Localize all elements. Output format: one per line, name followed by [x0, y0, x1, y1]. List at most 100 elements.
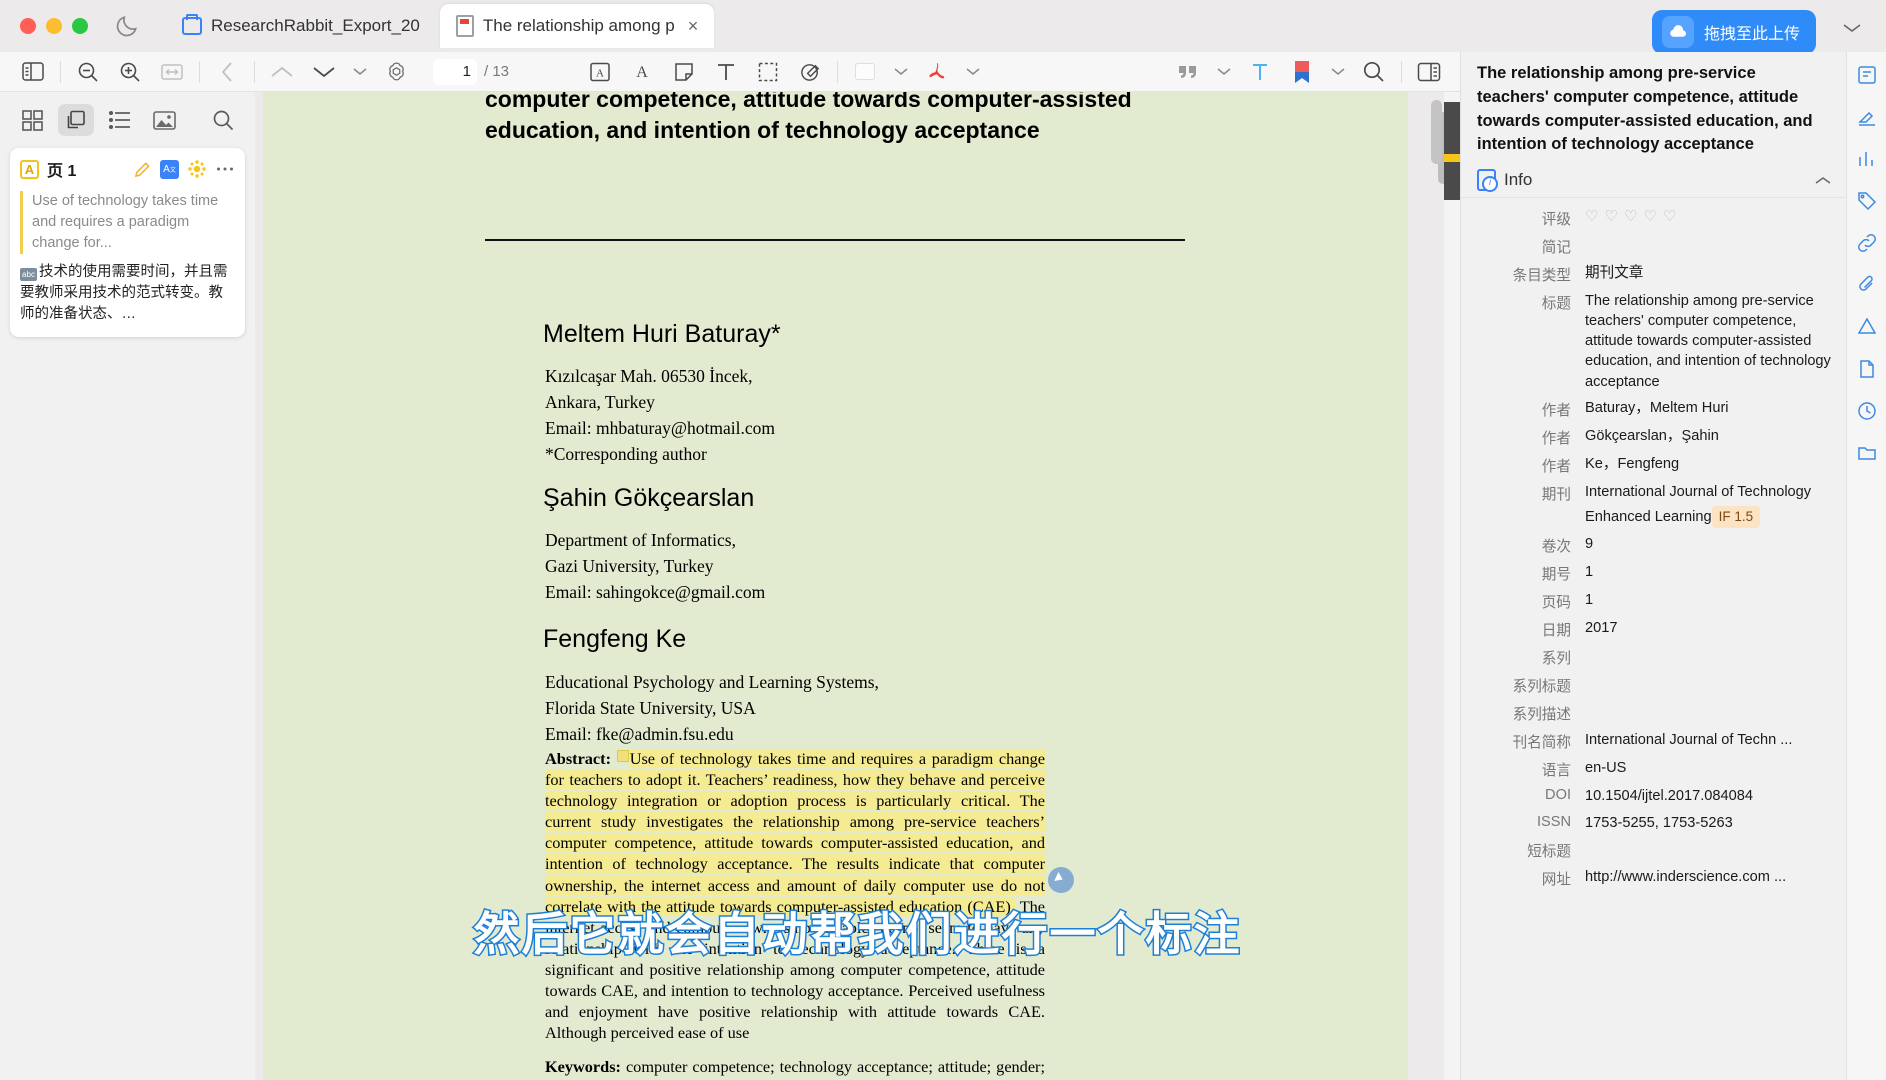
- tab-the-relationship-among[interactable]: The relationship among p ×: [439, 4, 715, 48]
- info-row-value[interactable]: International Journal of Technology Enha…: [1571, 482, 1834, 529]
- info-row-value[interactable]: 1: [1571, 562, 1834, 582]
- right-panel-toggle-icon[interactable]: [1408, 55, 1450, 89]
- info-row-value[interactable]: 1: [1571, 590, 1834, 610]
- info-row-value[interactable]: Ke，Fengfeng: [1571, 454, 1834, 474]
- sidebar-view-switcher[interactable]: [0, 92, 255, 144]
- fit-width-icon[interactable]: [151, 55, 193, 89]
- info-row-value[interactable]: 2017: [1571, 618, 1834, 638]
- info-row-value[interactable]: 1753-5255, 1753-5263: [1571, 813, 1834, 833]
- pdf-toolbar[interactable]: 1 / 13 A A: [0, 52, 1460, 92]
- highlight-box-icon[interactable]: A: [579, 55, 621, 89]
- folder-rail-icon[interactable]: [1854, 440, 1880, 466]
- chevron-down-icon[interactable]: [1842, 22, 1862, 34]
- tab-research-rabbit[interactable]: ResearchRabbit_Export_20: [166, 4, 436, 48]
- clock-icon[interactable]: [1854, 398, 1880, 424]
- info-row-value[interactable]: Baturay，Meltem Huri: [1571, 398, 1834, 418]
- file-icon[interactable]: [1854, 356, 1880, 382]
- info-row-value[interactable]: 10.1504/ijtel.2017.084084: [1571, 786, 1834, 806]
- info-row[interactable]: 期刊 International Journal of Technology En…: [1461, 479, 1846, 532]
- info-row-value[interactable]: The relationship among pre-service teach…: [1571, 291, 1834, 392]
- info-row-value[interactable]: 9: [1571, 534, 1834, 554]
- note-add-icon[interactable]: [1854, 62, 1880, 88]
- outline-list-icon[interactable]: [102, 104, 138, 136]
- edit-pencil-icon[interactable]: [132, 159, 152, 179]
- info-row[interactable]: DOI 10.1504/ijtel.2017.084084: [1461, 783, 1846, 809]
- info-row[interactable]: 作者 Baturay，Meltem Huri: [1461, 395, 1846, 423]
- info-row[interactable]: 页码 1: [1461, 587, 1846, 615]
- close-tab-button[interactable]: ×: [688, 16, 699, 37]
- adobe-pdf-icon[interactable]: [916, 55, 958, 89]
- openai-icon[interactable]: [375, 55, 417, 89]
- info-row-value[interactable]: 期刊文章: [1571, 263, 1834, 283]
- chevron-down-icon[interactable]: [1323, 55, 1353, 89]
- minimap-scroll-thumb[interactable]: [1431, 100, 1442, 164]
- info-row[interactable]: 系列标题: [1461, 671, 1846, 699]
- link-icon[interactable]: [1854, 230, 1880, 256]
- images-icon[interactable]: [146, 104, 182, 136]
- sticky-note-icon[interactable]: [616, 750, 629, 762]
- underline-text-icon[interactable]: A: [621, 55, 663, 89]
- text-format-icon[interactable]: [1239, 55, 1281, 89]
- back-arrow-icon[interactable]: [206, 55, 248, 89]
- info-row[interactable]: 期号 1: [1461, 559, 1846, 587]
- text-tool-icon[interactable]: [705, 55, 747, 89]
- heart-icon[interactable]: ♡: [1663, 207, 1676, 228]
- minimize-window-button[interactable]: [46, 18, 62, 34]
- thumbnails-grid-icon[interactable]: [14, 104, 50, 136]
- info-row-value[interactable]: en-US: [1571, 758, 1834, 778]
- page-down-icon[interactable]: [303, 55, 345, 89]
- shape-icon[interactable]: [1854, 314, 1880, 340]
- more-options-icon[interactable]: [215, 159, 235, 179]
- heart-icon[interactable]: ♡: [1585, 207, 1598, 228]
- ai-sparkle-icon[interactable]: [187, 159, 207, 179]
- search-icon[interactable]: [205, 104, 241, 136]
- chevron-up-icon[interactable]: [1814, 175, 1832, 186]
- note-icon[interactable]: [663, 55, 705, 89]
- zoom-in-icon[interactable]: [109, 55, 151, 89]
- translate-icon[interactable]: A文: [160, 159, 179, 179]
- chevron-down-icon[interactable]: [1209, 55, 1239, 89]
- highlight-rail-icon[interactable]: [1854, 104, 1880, 130]
- page-up-icon[interactable]: [261, 55, 303, 89]
- chevron-down-icon[interactable]: [345, 55, 375, 89]
- info-row[interactable]: 系列: [1461, 643, 1846, 671]
- info-row-value[interactable]: ♡ ♡ ♡ ♡ ♡: [1571, 207, 1834, 228]
- info-row[interactable]: 标题 The relationship among pre-service tea…: [1461, 288, 1846, 395]
- abstract-paragraph[interactable]: Abstract: Use of technology takes time a…: [545, 748, 1045, 1043]
- sidebar-toggle-icon[interactable]: [12, 55, 54, 89]
- annotations-icon[interactable]: [58, 104, 94, 136]
- info-section-header[interactable]: Info: [1461, 165, 1846, 198]
- upload-button[interactable]: 拖拽至此上传: [1651, 10, 1816, 54]
- right-icon-rail[interactable]: [1846, 52, 1886, 1080]
- info-row[interactable]: 日期 2017: [1461, 615, 1846, 643]
- info-row[interactable]: 作者 Ke，Fengfeng: [1461, 451, 1846, 479]
- info-row[interactable]: ISSN 1753-5255, 1753-5263: [1461, 810, 1846, 836]
- heart-icon[interactable]: ♡: [1604, 207, 1617, 228]
- window-controls[interactable]: [20, 18, 88, 34]
- info-row[interactable]: 评级 ♡ ♡ ♡ ♡ ♡: [1461, 204, 1846, 232]
- info-row[interactable]: 系列描述: [1461, 699, 1846, 727]
- info-row[interactable]: 刊名简称 International Journal of Techn ...: [1461, 727, 1846, 755]
- info-panel[interactable]: The relationship among pre-service teach…: [1460, 52, 1846, 1080]
- heart-icon[interactable]: ♡: [1643, 207, 1656, 228]
- tag-icon[interactable]: [1854, 188, 1880, 214]
- info-row[interactable]: 语言 en-US: [1461, 755, 1846, 783]
- rating-hearts[interactable]: ♡ ♡ ♡ ♡ ♡: [1585, 207, 1834, 228]
- bookmark-icon[interactable]: [1281, 55, 1323, 89]
- info-row-value[interactable]: Gökçearslan，Şahin: [1571, 426, 1834, 446]
- zoom-out-icon[interactable]: [67, 55, 109, 89]
- info-row-value[interactable]: International Journal of Techn ...: [1571, 730, 1834, 750]
- info-row-value[interactable]: http://www.inderscience.com ...: [1571, 867, 1834, 887]
- chevron-down-icon[interactable]: [886, 55, 916, 89]
- annotation-card[interactable]: A 页 1 A文 Use of technology takes time an…: [10, 148, 245, 338]
- quote-icon[interactable]: [1167, 55, 1209, 89]
- tab-bar[interactable]: ResearchRabbit_Export_20 The relationshi…: [166, 4, 715, 48]
- page-number-input[interactable]: 1: [433, 58, 477, 85]
- maximize-window-button[interactable]: [72, 18, 88, 34]
- info-row[interactable]: 简记: [1461, 232, 1846, 260]
- draw-icon[interactable]: [789, 55, 831, 89]
- heart-icon[interactable]: ♡: [1624, 207, 1637, 228]
- close-window-button[interactable]: [20, 18, 36, 34]
- info-row[interactable]: 短标题: [1461, 836, 1846, 864]
- search-icon[interactable]: [1353, 55, 1395, 89]
